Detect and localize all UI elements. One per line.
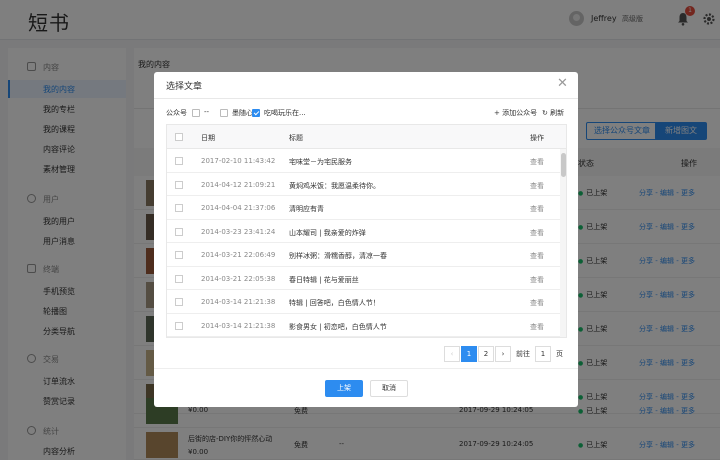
article-title: 黄焖鸡米饭：我愿温柔待你。 (289, 181, 380, 190)
table-header: 日期 标题 操作 (167, 125, 566, 149)
table-row: 2014-04-12 21:09:21 黄焖鸡米饭：我愿温柔待你。 查看 (167, 173, 560, 196)
row-checkbox[interactable] (175, 298, 183, 306)
row-checkbox[interactable] (175, 180, 183, 189)
account-name: -- (204, 108, 210, 116)
table-scrollbar[interactable] (560, 149, 566, 337)
cancel-button[interactable]: 取消 (370, 380, 408, 397)
row-checkbox[interactable] (175, 204, 183, 212)
page-suffix: 页 (556, 350, 563, 358)
view-link[interactable]: 查看 (530, 157, 544, 167)
scrollbar-thumb[interactable] (561, 153, 566, 177)
article-title: 特辑 | 回答吧，白色情人节！ (289, 299, 380, 307)
account-name: 吃喝玩乐在... (264, 109, 306, 117)
article-title: 宅味堂－为宅民服务 (289, 158, 352, 166)
account-name: 墨随心 (232, 109, 253, 117)
column-date: 日期 (201, 134, 215, 142)
table-row: 2014-03-14 21:21:38 影食男女 | 初恋吧，白色情人节 查看 (167, 314, 560, 337)
article-date: 2014-03-21 22:06:49 (201, 251, 276, 259)
divider (154, 98, 578, 99)
view-link[interactable]: 查看 (530, 322, 544, 332)
publish-button[interactable]: 上架 (325, 380, 363, 397)
table-row: 2014-03-21 22:06:49 别样冰粥：滑糯香醇，清凉一春 查看 (167, 243, 560, 267)
table-row: 2014-03-21 22:05:38 春日特辑 | 花与爱丽丝 查看 (167, 267, 560, 290)
view-link[interactable]: 查看 (530, 204, 544, 214)
refresh-label: 刷新 (550, 109, 565, 117)
table-row: 2014-03-14 21:21:38 特辑 | 回答吧，白色情人节！ 查看 (167, 290, 560, 314)
close-icon[interactable]: ✕ (557, 76, 568, 91)
article-date: 2014-04-04 21:37:06 (201, 204, 276, 212)
article-title: 春日特辑 | 花与爱丽丝 (289, 275, 359, 284)
view-link[interactable]: 查看 (530, 298, 544, 308)
table-row: 2014-04-04 21:37:06 清明应有青 查看 (167, 196, 560, 220)
goto-page-input[interactable]: 1 (535, 346, 551, 362)
account-checkbox[interactable] (252, 109, 260, 117)
add-account-button[interactable]: + 添加公众号 (494, 108, 537, 118)
row-checkbox[interactable] (175, 274, 183, 283)
prev-page-button[interactable]: ‹ (444, 346, 460, 362)
table-row: 2017-02-10 11:43:42 宅味堂－为宅民服务 查看 (167, 149, 560, 173)
page-button[interactable]: 1 (461, 346, 477, 362)
next-page-button[interactable]: › (495, 346, 511, 362)
column-action: 操作 (530, 134, 544, 142)
modal-title: 选择文章 (166, 82, 203, 92)
row-checkbox[interactable] (175, 251, 183, 259)
article-title: 影食男女 | 初恋吧，白色情人节 (289, 322, 387, 331)
view-link[interactable]: 查看 (530, 251, 544, 261)
refresh-button[interactable]: ↻ 刷新 (542, 108, 564, 118)
row-checkbox[interactable] (175, 321, 183, 330)
article-title: 清明应有青 (289, 205, 324, 213)
article-date: 2014-03-23 23:41:24 (201, 227, 276, 236)
article-date: 2017-02-10 11:43:42 (201, 157, 276, 165)
article-title: 别样冰粥：滑糯香醇，清凉一春 (289, 252, 387, 260)
divider (154, 368, 578, 369)
account-checkbox[interactable] (220, 109, 228, 117)
view-link[interactable]: 查看 (530, 181, 544, 191)
row-checkbox[interactable] (175, 157, 183, 165)
select-article-modal: 选择文章 ✕ 公众号 -- 墨随心 吃喝玩乐在... + 添加公众号 ↻ 刷新 … (154, 72, 578, 407)
page-button[interactable]: 2 (478, 346, 494, 362)
goto-label: 前往 (516, 350, 530, 358)
filter-label: 公众号 (166, 109, 187, 117)
row-checkbox[interactable] (175, 227, 183, 236)
view-link[interactable]: 查看 (530, 228, 544, 238)
view-link[interactable]: 查看 (530, 275, 544, 285)
column-title: 标题 (289, 134, 303, 142)
account-checkbox[interactable] (192, 109, 200, 117)
table-row: 2014-03-23 23:41:24 山本耀司 | 我亲爱的炸弹 查看 (167, 220, 560, 243)
article-table: 日期 标题 操作 2017-02-10 11:43:42 宅味堂－为宅民服务 查看 … (166, 124, 567, 338)
refresh-icon: ↻ (542, 109, 551, 117)
article-date: 2014-03-14 21:21:38 (201, 298, 276, 306)
article-date: 2014-03-21 22:05:38 (201, 274, 276, 283)
article-date: 2014-04-12 21:09:21 (201, 180, 276, 189)
select-all-checkbox[interactable] (175, 133, 183, 141)
article-date: 2014-03-14 21:21:38 (201, 321, 276, 330)
article-title: 山本耀司 | 我亲爱的炸弹 (289, 228, 366, 237)
